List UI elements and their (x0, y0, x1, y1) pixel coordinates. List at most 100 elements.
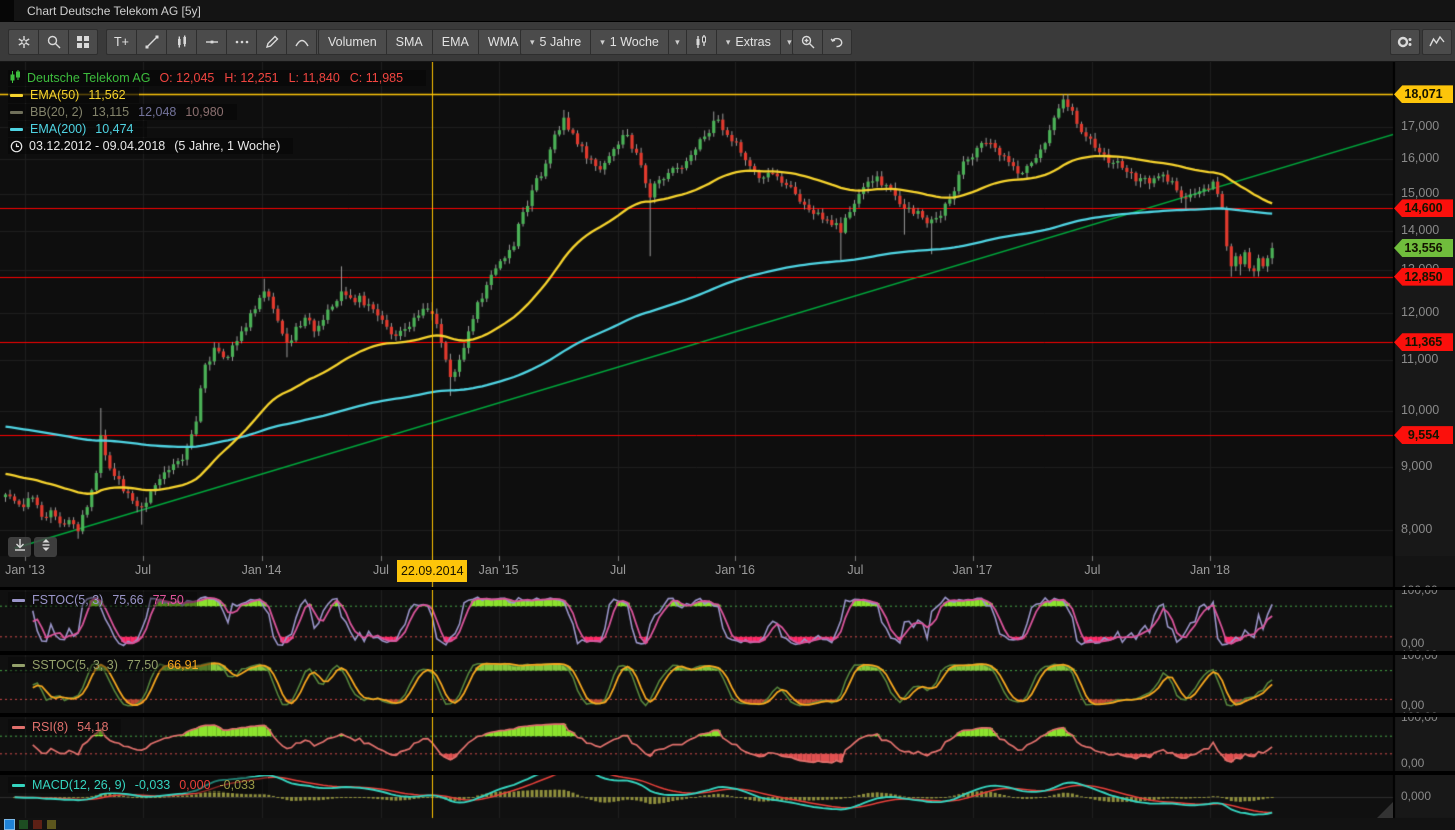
price-tag[interactable]: 12,850 (1394, 268, 1453, 286)
main-toolbar: T+▾ VolumenSMAEMAWMA▾ ▾5 Jahre▾1 Woche▾▾… (0, 22, 1455, 62)
price-tag[interactable]: 18,071 (1394, 85, 1453, 103)
x-axis-label: Jul (586, 563, 650, 577)
undo-icon (829, 34, 845, 50)
chart-style-button[interactable] (686, 29, 716, 55)
chart-application: Chart Deutsche Telekom AG [5y] T+ ▾ Volum… (0, 0, 1455, 830)
undo-button[interactable] (822, 29, 852, 55)
indicator-dash-icon (12, 599, 25, 602)
overlay-value: 11,562 (88, 88, 125, 102)
indicator-button-volumen[interactable]: Volumen (318, 29, 386, 55)
download-chart-button[interactable] (8, 537, 31, 557)
interval-label: 1 Woche (610, 35, 659, 49)
price-tag[interactable]: 11,365 (1394, 333, 1453, 351)
legend-instrument-row: Deutsche Telekom AG O: 12,045H: 12,251L:… (8, 70, 426, 86)
indicator-dash-icon (12, 664, 25, 667)
extras-dropdown[interactable]: ▾Extras (716, 29, 780, 55)
autoscale-icon (39, 538, 53, 557)
ohlc-value: O: 12,045 (159, 71, 214, 85)
layout-swatch[interactable] (5, 820, 14, 829)
trendline-tool-button[interactable] (136, 29, 166, 55)
x-axis-label: Jan '18 (1178, 563, 1242, 577)
overlay-name: EMA(50) (30, 88, 79, 102)
line-chart-icon (1428, 34, 1446, 50)
indicator-value: 0,000 (179, 778, 210, 792)
resize-handle[interactable] (1377, 802, 1393, 818)
clock-icon (10, 140, 23, 153)
autoscale-button[interactable] (34, 537, 57, 557)
y-axis-label: 14,000 (1401, 223, 1451, 237)
ohlc-value: L: 11,840 (289, 71, 340, 85)
indicator-legend: SSTOC(5, 3, 3)77,5066,91 (8, 657, 211, 673)
y-axis-label: 9,000 (1401, 459, 1451, 473)
x-axis-label: Jan '16 (703, 563, 767, 577)
indicator-value: 54,18 (77, 720, 108, 734)
x-axis-label: Jul (1060, 563, 1124, 577)
layout-swatch[interactable] (47, 820, 56, 829)
pencil-icon (264, 34, 280, 50)
panel-separator (0, 771, 1455, 775)
overlay-value: 10,980 (185, 105, 223, 119)
instrument-name: Deutsche Telekom AG (27, 71, 150, 85)
horizontal-line-icon (204, 34, 220, 50)
download-icon (13, 538, 27, 557)
arc-tool-button[interactable] (286, 29, 316, 55)
indicator-value: 75,66 (112, 593, 143, 607)
layout-swatches (5, 820, 61, 829)
indicator-button-label: SMA (396, 35, 423, 49)
overlay-value: 10,474 (95, 122, 133, 136)
window-titlebar: Chart Deutsche Telekom AG [5y] (0, 0, 1455, 22)
interval-dropdown[interactable]: ▾1 Woche (590, 29, 668, 55)
indicator-button-label: WMA (488, 35, 519, 49)
y-axis-label: 15,000 (1401, 186, 1451, 200)
price-tag[interactable]: 9,554 (1394, 426, 1453, 444)
legend-overlay-row: EMA(200)10,474 (8, 121, 147, 137)
indicator-dash-icon (12, 726, 25, 729)
legend-overlay-row: BB(20, 2)13,11512,04810,980 (8, 104, 237, 120)
watchlist-button[interactable] (1390, 29, 1420, 55)
horizontal-line-tool-button[interactable] (196, 29, 226, 55)
indicator-axis-label: 0,00 (1401, 756, 1451, 770)
indicator-legend: RSI(8)54,18 (8, 719, 121, 735)
pencil-tool-button[interactable] (256, 29, 286, 55)
indicator-value: 77,50 (153, 593, 184, 607)
layout-swatch[interactable] (33, 820, 42, 829)
price-tag[interactable]: 14,600 (1394, 199, 1453, 217)
indicator-button-sma[interactable]: SMA (386, 29, 432, 55)
date-suffix: (5 Jahre, 1 Woche) (174, 139, 280, 153)
search-button[interactable] (38, 29, 68, 55)
text-tool-label: T+ (114, 35, 129, 49)
chart-type-dropdown-button[interactable]: ▾ (668, 29, 686, 55)
dotted-line-icon (234, 34, 250, 50)
overlay-dash-icon (10, 128, 23, 131)
indicator-button-ema[interactable]: EMA (432, 29, 478, 55)
chart-mode-button[interactable] (1422, 29, 1452, 55)
overlay-value: 12,048 (138, 105, 176, 119)
indicator-value: -0,033 (220, 778, 255, 792)
candle-adjust-icon (174, 34, 190, 50)
period-dropdown[interactable]: ▾5 Jahre (520, 29, 590, 55)
panel-separator (0, 713, 1455, 717)
zoom-in-icon (800, 34, 816, 50)
indicator-name: FSTOC(5, 3) (32, 593, 103, 607)
y-axis-label: 12,000 (1401, 305, 1451, 319)
indicator-axis-label: 0,000 (1401, 789, 1451, 803)
layout-grid-button[interactable] (68, 29, 98, 55)
settings-button[interactable] (8, 29, 38, 55)
gear-icon (16, 34, 32, 50)
chevron-down-icon: ▾ (787, 37, 792, 48)
zoom-in-button[interactable] (792, 29, 822, 55)
layout-swatch[interactable] (19, 820, 28, 829)
search-icon (46, 34, 62, 50)
text-tool-button[interactable]: T+ (106, 29, 136, 55)
overlay-name: BB(20, 2) (30, 105, 83, 119)
y-axis-label: 17,000 (1401, 119, 1451, 133)
titlebar-corner (0, 0, 14, 22)
trendline-icon (144, 34, 160, 50)
overlay-dash-icon (10, 111, 23, 114)
dotted-line-tool-button[interactable] (226, 29, 256, 55)
x-axis-label: Jan '14 (230, 563, 294, 577)
x-axis-label: Jul (823, 563, 887, 577)
candle-adjust-tool-button[interactable] (166, 29, 196, 55)
indicator-value: 77,50 (127, 658, 158, 672)
chevron-down-icon: ▾ (675, 37, 680, 48)
